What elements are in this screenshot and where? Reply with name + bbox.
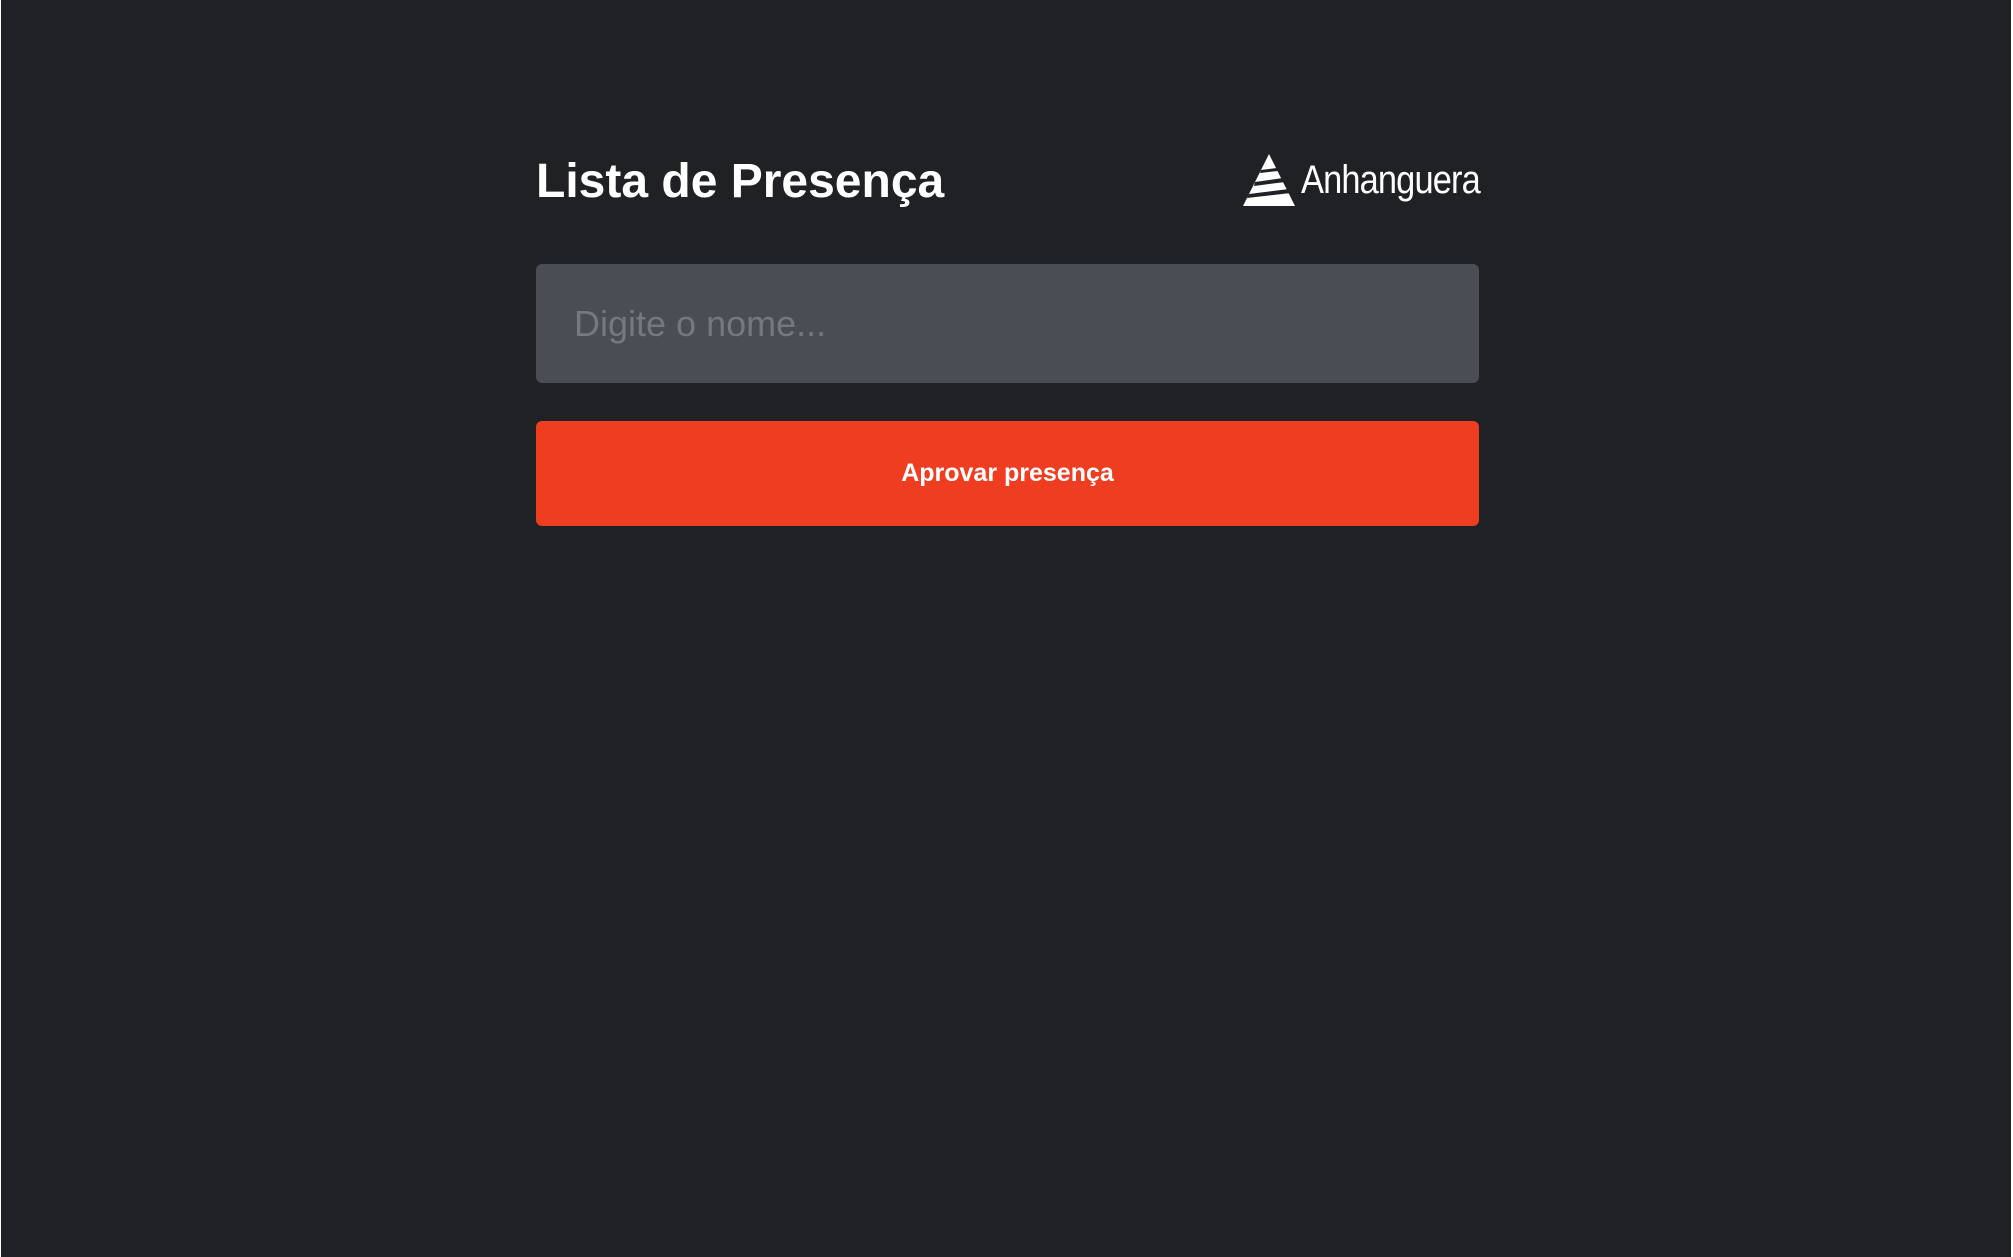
page-title: Lista de Presença [536,155,945,208]
name-input[interactable] [536,264,1479,383]
app-background: Lista de Presença Anhanguera Aprovar pre… [1,0,2011,1257]
anhanguera-logo-icon [1243,154,1295,206]
brand-logo: Anhanguera [1241,152,1481,208]
brand-name: Anhanguera [1301,158,1481,202]
attendance-card: Lista de Presença Anhanguera Aprovar pre… [536,140,1481,526]
approve-attendance-button[interactable]: Aprovar presença [536,421,1479,526]
header: Lista de Presença Anhanguera [536,140,1481,220]
